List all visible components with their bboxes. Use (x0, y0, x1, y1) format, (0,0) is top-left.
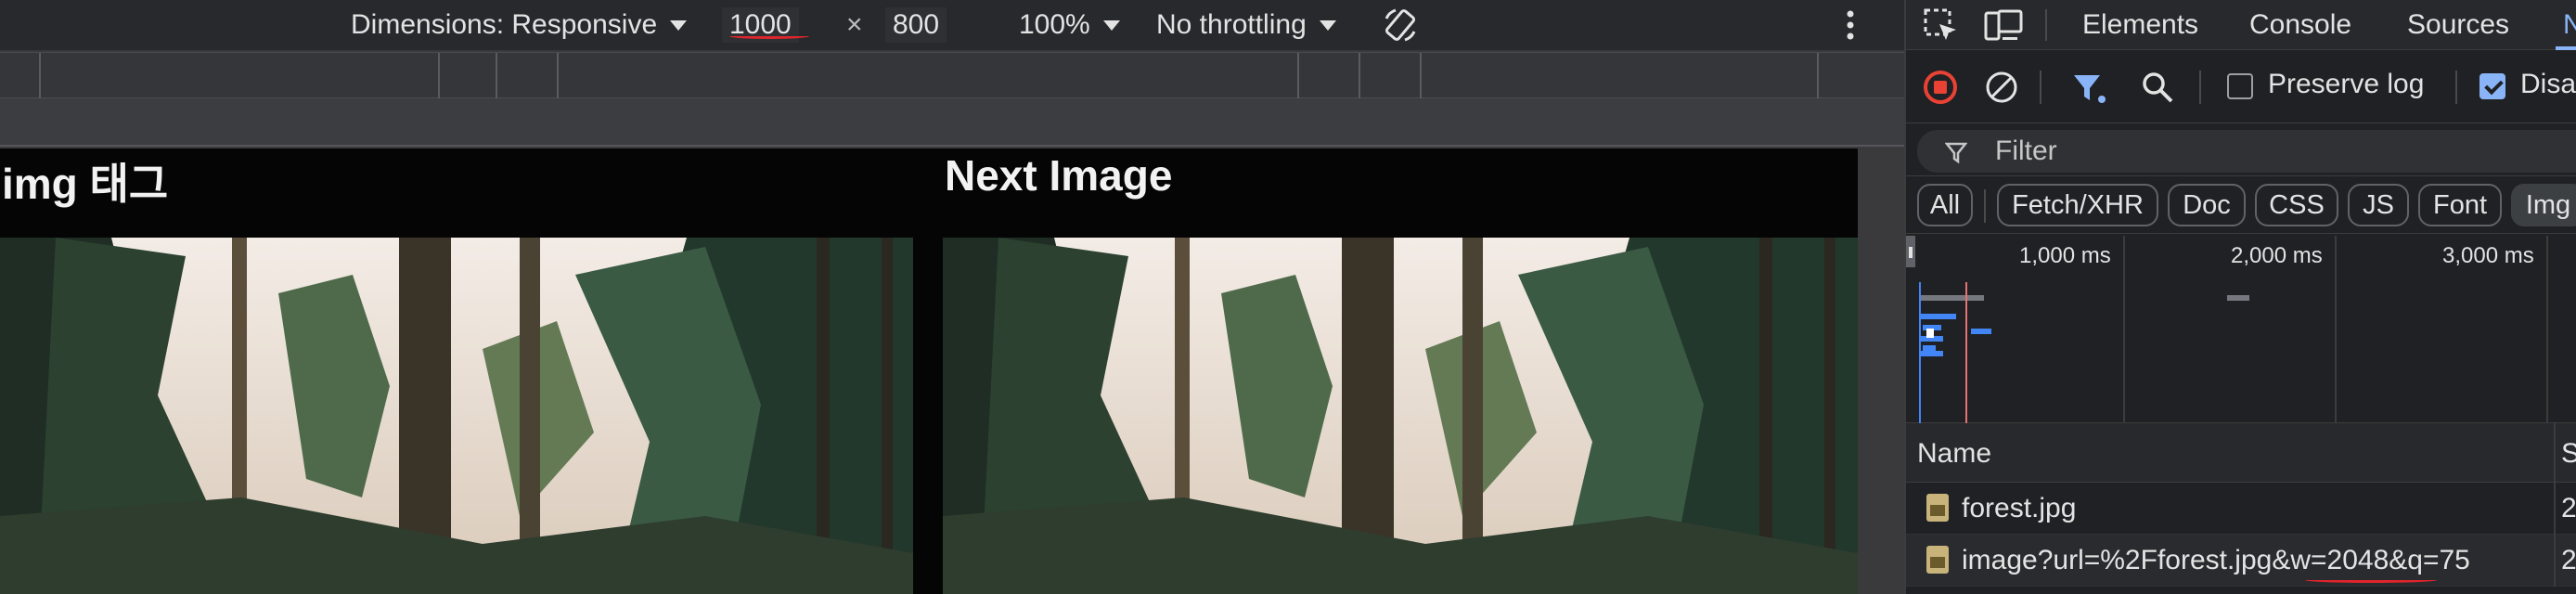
clear-icon (1986, 71, 2017, 103)
image-file-icon (1926, 494, 1949, 522)
filter-chip-doc[interactable]: Doc (2168, 184, 2246, 226)
width-input[interactable]: 1000 (722, 0, 799, 50)
filter-chip-img[interactable]: Img (2511, 184, 2576, 226)
filter-chip-all[interactable]: All (1917, 184, 1973, 226)
zoom-label: 100% (1019, 9, 1090, 40)
height-input[interactable]: 800 (885, 0, 947, 50)
active-tab-indicator (2556, 46, 2576, 50)
height-value: 800 (885, 7, 947, 43)
record-icon (1924, 71, 1957, 104)
timeline-tick-label: 1,000 ms (2019, 243, 2111, 268)
timeline-tick-label: 2,000 ms (2231, 243, 2323, 268)
device-emulation-area: Dimensions: Responsive 1000 × 800 100% N… (0, 0, 1904, 594)
request-status: 2 (2561, 493, 2576, 523)
rotate-icon (1385, 8, 1416, 42)
inspect-element-button[interactable] (1923, 7, 1960, 49)
left-image-heading: img 태그 (2, 160, 169, 208)
tab-console[interactable]: Console (2249, 9, 2351, 41)
filter-row: Filter (1906, 124, 2576, 176)
times-separator: × (846, 0, 863, 50)
filter-toggle-button[interactable] (2071, 70, 2108, 111)
preserve-log-checkbox[interactable] (2227, 73, 2253, 99)
request-status: 2 (2561, 545, 2576, 575)
zoom-dropdown[interactable]: 100% (1019, 0, 1120, 50)
more-options-button[interactable] (1845, 0, 1856, 50)
resource-type-filters: All Fetch/XHR Doc CSS JS Font Img (1906, 176, 2576, 234)
forest-image-next-image (943, 238, 1858, 594)
media-query-ruler[interactable] (0, 52, 1904, 99)
request-name: forest.jpg (1962, 493, 2077, 523)
forest-image-img-tag (0, 238, 913, 594)
dimensions-label: Dimensions: Responsive (351, 9, 658, 40)
tab-elements[interactable]: Elements (2082, 9, 2198, 41)
search-button[interactable] (2140, 70, 2175, 110)
device-mode-icon (1984, 9, 2023, 41)
table-row[interactable]: forest.jpg 2 (1906, 483, 2576, 535)
image-file-icon (1926, 546, 1949, 574)
throttling-label: No throttling (1156, 9, 1307, 40)
throttling-dropdown[interactable]: No throttling (1156, 0, 1336, 50)
funnel-icon (2074, 75, 2106, 103)
table-row[interactable]: image?url=%2Fforest.jpg&w=2048&q=75 2 (1906, 535, 2576, 587)
chevron-down-icon (1319, 19, 1336, 31)
filter-chip-js[interactable]: JS (2348, 184, 2409, 226)
tab-sources[interactable]: Sources (2407, 9, 2509, 41)
devtools-panel: Elements Console Sources N Preserve log … (1904, 0, 2576, 594)
filter-placeholder: Filter (1995, 136, 2057, 166)
times-symbol: × (846, 9, 863, 40)
inspect-cursor-icon (1924, 8, 1956, 40)
disable-cache-checkbox[interactable] (2479, 73, 2505, 99)
timeline-tick-label: 3,000 ms (2442, 243, 2534, 268)
annotation-underline (2305, 577, 2437, 583)
filter-chip-font[interactable]: Font (2418, 184, 2502, 226)
filter-input[interactable]: Filter (1917, 130, 2576, 173)
request-name: image?url=%2Fforest.jpg&w=2048&q=75 (1962, 545, 2470, 575)
search-icon (2143, 72, 2173, 103)
rotate-button[interactable] (1381, 0, 1420, 50)
requests-table-header: Name S (1906, 423, 2576, 483)
preserve-log-label: Preserve log (2268, 69, 2425, 99)
filter-chip-css[interactable]: CSS (2255, 184, 2338, 226)
page-viewport: img 태그 Next Image (0, 148, 1858, 594)
device-toolbar-toggle[interactable] (1984, 7, 2025, 49)
device-toolbar: Dimensions: Responsive 1000 × 800 100% N… (0, 0, 1904, 50)
tab-network[interactable]: N (2563, 9, 2576, 41)
clear-button[interactable] (1984, 70, 2019, 110)
filter-chip-fetch-xhr[interactable]: Fetch/XHR (1997, 184, 2158, 226)
column-header-status[interactable]: S (2561, 438, 2576, 470)
network-action-bar: Preserve log Disa (1906, 51, 2576, 123)
disable-cache-label: Disa (2520, 69, 2576, 99)
right-image-heading: Next Image (945, 151, 1173, 200)
network-overview-timeline[interactable]: 1,000 ms 2,000 ms 3,000 ms (1906, 236, 2576, 423)
dimensions-dropdown[interactable]: Dimensions: Responsive (351, 0, 688, 50)
load-event-line (1965, 282, 1967, 423)
devtools-tab-bar: Elements Console Sources N (1906, 0, 2576, 50)
page-ruler (0, 98, 1904, 147)
chevron-down-icon (670, 19, 688, 31)
column-header-name[interactable]: Name (1917, 438, 1991, 470)
kebab-menu-icon (1847, 10, 1854, 40)
chevron-down-icon (1102, 19, 1120, 31)
stop-recording-button[interactable] (1923, 70, 1958, 110)
annotation-underline (729, 33, 809, 39)
dom-content-loaded-line (1919, 282, 1921, 423)
funnel-icon (1945, 142, 1967, 163)
